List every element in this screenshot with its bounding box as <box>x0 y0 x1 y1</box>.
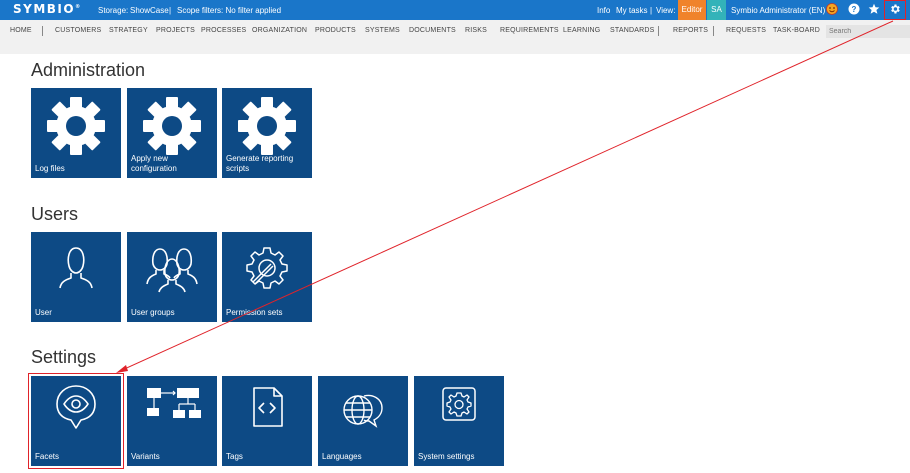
scope-filters[interactable]: Scope filters: No filter applied <box>177 6 281 15</box>
nav-home[interactable]: HOME <box>10 27 32 34</box>
tile-label: User <box>35 308 52 317</box>
symbio-logo[interactable]: SYMBIO® <box>13 2 80 16</box>
nav-systems[interactable]: SYSTEMS <box>365 27 400 34</box>
nav-projects[interactable]: PROJECTS <box>156 27 195 34</box>
info-link[interactable]: Info <box>597 6 610 15</box>
tile-apply-new-configuration[interactable]: Apply new configuration <box>127 88 217 178</box>
tile-label: Tags <box>226 452 243 461</box>
view-label: View: <box>656 6 676 15</box>
tile-label: Log files <box>35 164 65 173</box>
nav-organization[interactable]: ORGANIZATION <box>252 27 307 34</box>
tile-label: Generate reporting scripts <box>226 154 294 173</box>
favorites-star-icon[interactable] <box>867 3 881 17</box>
tile-label: Facets <box>35 452 60 461</box>
nav-requirements[interactable]: REQUIREMENTS <box>500 27 559 34</box>
nav-strategy[interactable]: STRATEGY <box>109 27 148 34</box>
section-title-administration: Administration <box>31 60 146 80</box>
separator: | <box>169 6 172 15</box>
nav-documents[interactable]: DOCUMENTS <box>409 27 456 34</box>
tile-languages[interactable]: Languages <box>318 376 408 466</box>
tile-generate-reporting-scripts[interactable]: Generate reporting scripts <box>222 88 312 178</box>
top-bar: SYMBIO® Storage: ShowCase | Scope filter… <box>0 0 910 20</box>
nav-requests[interactable]: REQUESTS <box>726 27 766 34</box>
nav-processes[interactable]: PROCESSES <box>201 27 246 34</box>
tile-system-settings[interactable]: System settings <box>414 376 504 466</box>
tile-label: Apply new configuration <box>131 154 177 173</box>
main-nav: HOME CUSTOMERS STRATEGY PROJECTS PROCESS… <box>0 20 910 54</box>
nav-separator <box>713 26 714 36</box>
section-title-settings: Settings <box>31 347 97 367</box>
avatar[interactable]: SA <box>707 0 726 20</box>
svg-text:?: ? <box>852 5 857 14</box>
my-tasks-link[interactable]: My tasks <box>616 6 648 15</box>
section-title-users: Users <box>31 204 79 224</box>
nav-customers[interactable]: CUSTOMERS <box>55 27 101 34</box>
nav-reports[interactable]: REPORTS <box>673 27 708 34</box>
storage-value[interactable]: ShowCase <box>130 6 169 15</box>
tile-tags[interactable]: Tags <box>222 376 312 466</box>
tile-label: Languages <box>322 452 362 461</box>
nav-learning[interactable]: LEARNING <box>563 27 600 34</box>
tile-permission-sets[interactable]: Permission sets <box>222 232 312 322</box>
nav-task-board[interactable]: TASK-BOARD <box>773 27 820 34</box>
tile-label: User groups <box>131 308 175 317</box>
tile-label: System settings <box>418 452 475 461</box>
tile-label: Variants <box>131 452 160 461</box>
settings-highlight-box <box>884 0 906 20</box>
tile-label: Permission sets <box>226 308 283 317</box>
nav-separator <box>42 26 43 36</box>
tile-variants[interactable]: Variants <box>127 376 217 466</box>
nav-separator <box>658 26 659 36</box>
help-icon[interactable]: ? <box>847 3 861 17</box>
nav-standards[interactable]: STANDARDS <box>610 27 654 34</box>
search-input[interactable] <box>826 25 910 38</box>
nav-risks[interactable]: RISKS <box>465 27 487 34</box>
separator: | <box>650 6 653 15</box>
storage-label: Storage: <box>98 6 129 15</box>
tile-user-groups[interactable]: User groups <box>127 232 217 322</box>
tile-user[interactable]: User <box>31 232 121 322</box>
tile-facets[interactable]: Facets <box>28 373 124 469</box>
smiley-icon[interactable] <box>825 3 839 17</box>
tile-log-files[interactable]: Log files <box>31 88 121 178</box>
view-editor-badge[interactable]: Editor <box>678 0 706 20</box>
nav-products[interactable]: PRODUCTS <box>315 27 356 34</box>
user-name[interactable]: Symbio Administrator (EN) <box>731 6 825 15</box>
